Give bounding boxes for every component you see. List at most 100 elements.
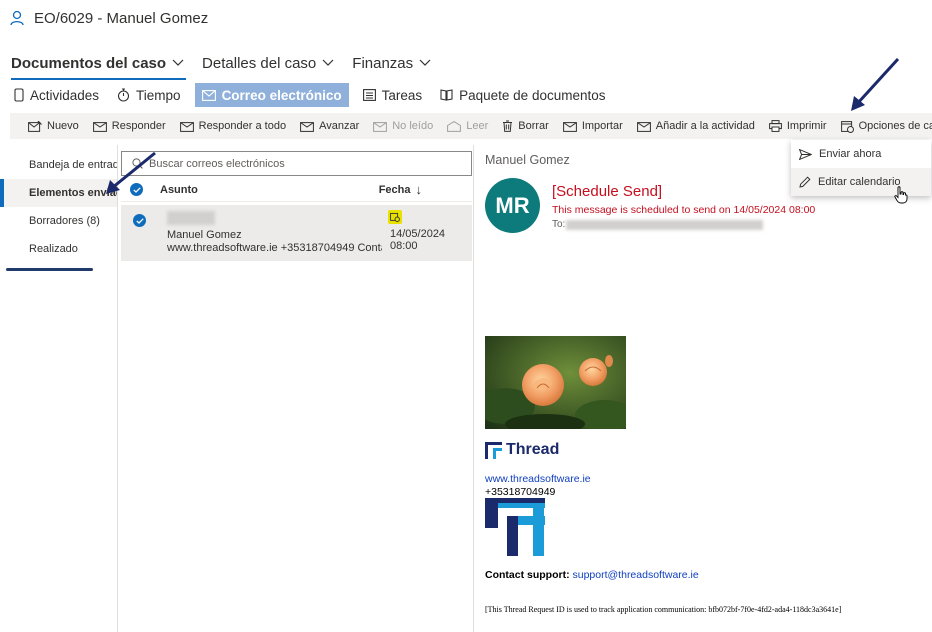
chevron-down-icon <box>322 59 334 66</box>
checkmark-icon <box>135 217 144 224</box>
annotation-arrow-calendar <box>851 57 900 111</box>
tab-label: Documentos del caso <box>11 54 167 72</box>
support-email-link[interactable]: support@threadsoftware.ie <box>573 569 699 581</box>
unread-icon <box>373 121 388 132</box>
signature-rose-image <box>485 336 626 429</box>
leer-button[interactable]: Leer <box>447 120 488 132</box>
chevron-down-icon <box>172 59 184 66</box>
folder-borradores[interactable]: Borradores (8) <box>0 207 117 235</box>
anadir-a-la-actividad-button[interactable]: Añadir a la actividad <box>636 120 755 132</box>
scheduled-send-icon <box>388 210 402 224</box>
add-to-activity-icon <box>636 121 651 132</box>
tab-label: Detalles del caso <box>202 54 317 72</box>
subtab-label: Tareas <box>381 87 423 103</box>
folder-label: Realizado <box>29 243 78 255</box>
email-subject: [Schedule Send] <box>552 183 663 200</box>
subtab-tiempo[interactable]: Tiempo <box>113 83 185 107</box>
avanzar-button[interactable]: Avanzar <box>300 120 359 132</box>
tab-documentos-del-caso[interactable]: Documentos del caso <box>11 52 187 80</box>
read-icon <box>447 120 462 132</box>
website-link[interactable]: www.threadsoftware.ie <box>485 473 591 485</box>
nuevo-label: Nuevo <box>47 120 79 132</box>
calendar-clock-icon <box>840 120 854 133</box>
imprimir-button[interactable]: Imprimir <box>768 120 827 132</box>
column-header-asunto[interactable]: Asunto <box>160 184 198 196</box>
mail-list-header: Asunto Fecha ↓ <box>121 178 472 202</box>
phone-icon <box>14 88 24 102</box>
contact-support-label: Contact support: <box>485 569 570 581</box>
search-input[interactable] <box>149 157 449 170</box>
person-icon <box>10 10 24 26</box>
folder-pane: Bandeja de entrada Elementos enviados Bo… <box>0 145 118 632</box>
thread-large-logo-icon <box>485 498 545 556</box>
folder-label: Borradores (8) <box>29 215 100 227</box>
search-box <box>121 151 472 176</box>
imprimir-label: Imprimir <box>786 120 827 132</box>
tab-finanzas[interactable]: Finanzas <box>352 52 431 74</box>
mail-icon <box>201 89 216 101</box>
subtab-paquete-de-documentos[interactable]: Paquete de documentos <box>436 83 609 107</box>
avanzar-label: Avanzar <box>319 120 360 132</box>
subtab-label: Actividades <box>30 87 100 103</box>
thread-logo-icon <box>485 441 502 459</box>
tracking-footer: [This Thread Request ID is used to track… <box>485 605 842 614</box>
responder-a-todo-label: Responder a todo <box>198 120 287 132</box>
column-header-fecha[interactable]: Fecha <box>379 184 411 196</box>
subtab-tareas[interactable]: Tareas <box>359 83 427 107</box>
mail-preview: www.threadsoftware.ie +35318704949 Conta… <box>167 242 382 254</box>
mail-date: 14/05/2024 08:00 <box>390 228 446 252</box>
responder-button[interactable]: Responder <box>92 120 166 132</box>
case-header: EO/6029 - Manuel Gomez <box>10 8 208 28</box>
book-icon <box>440 89 453 101</box>
thread-logo: Thread <box>485 441 559 459</box>
annotation-arrow-folder <box>106 151 156 194</box>
subtab-label: Correo electrónico <box>221 87 342 103</box>
hand-cursor-icon <box>894 186 908 204</box>
reading-from-name: Manuel Gomez <box>485 153 570 167</box>
responder-label: Responder <box>111 120 166 132</box>
redacted-recipient-address <box>566 220 763 230</box>
no-leido-label: No leído <box>392 120 434 132</box>
importar-button[interactable]: Importar <box>562 120 623 132</box>
task-list-icon <box>362 89 376 101</box>
top-tab-bar: Documentos del caso Detalles del caso Fi… <box>11 52 431 80</box>
opciones-calendario-label: Opciones de calendario <box>858 120 932 132</box>
subtab-actividades[interactable]: Actividades <box>10 83 103 107</box>
mail-list-item[interactable]: Manuel Gomez 14/05/2024 08:00 www.thread… <box>121 205 472 261</box>
borrar-button[interactable]: Borrar <box>502 120 549 132</box>
nuevo-button[interactable]: Nuevo <box>28 120 79 132</box>
leer-label: Leer <box>466 120 489 132</box>
to-label: To: <box>552 219 566 230</box>
borrar-label: Borrar <box>518 120 549 132</box>
phone-number: +35318704949 <box>485 486 556 498</box>
folder-pane-scrollbar[interactable] <box>6 268 93 271</box>
redacted-recipient <box>167 211 215 225</box>
thread-logo-text: Thread <box>506 441 560 458</box>
new-mail-icon <box>28 120 42 132</box>
email-toolbar: Nuevo Responder Responder a todo Avanzar… <box>10 113 932 139</box>
chevron-down-icon <box>419 59 431 66</box>
forward-icon <box>300 121 314 132</box>
schedule-notice: This message is scheduled to send on 14/… <box>552 204 816 216</box>
row-checkbox[interactable] <box>133 214 146 227</box>
trash-icon <box>503 120 513 132</box>
sub-tab-bar: Actividades Tiempo Correo electrónico Ta… <box>10 83 609 107</box>
sort-descending-icon[interactable]: ↓ <box>416 182 423 197</box>
mail-sender: Manuel Gomez <box>167 229 242 241</box>
responder-a-todo-button[interactable]: Responder a todo <box>179 120 287 132</box>
printer-icon <box>768 120 782 132</box>
tab-detalles-del-caso[interactable]: Detalles del caso <box>202 52 334 74</box>
import-icon <box>562 121 577 132</box>
folder-realizado[interactable]: Realizado <box>0 235 117 263</box>
importar-label: Importar <box>581 120 623 132</box>
no-leido-button[interactable]: No leído <box>373 120 433 132</box>
reply-icon <box>92 121 107 132</box>
contact-support-line: Contact support: support@threadsoftware.… <box>485 569 699 581</box>
opciones-de-calendario-button[interactable]: Opciones de calendario <box>840 120 932 133</box>
subtab-correo-electronico[interactable]: Correo electrónico <box>194 83 349 107</box>
tab-label: Finanzas <box>352 54 414 72</box>
subtab-label: Paquete de documentos <box>459 87 606 103</box>
case-title: EO/6029 - Manuel Gomez <box>34 9 209 27</box>
stopwatch-icon <box>117 88 130 102</box>
sender-avatar: MR <box>485 178 540 233</box>
